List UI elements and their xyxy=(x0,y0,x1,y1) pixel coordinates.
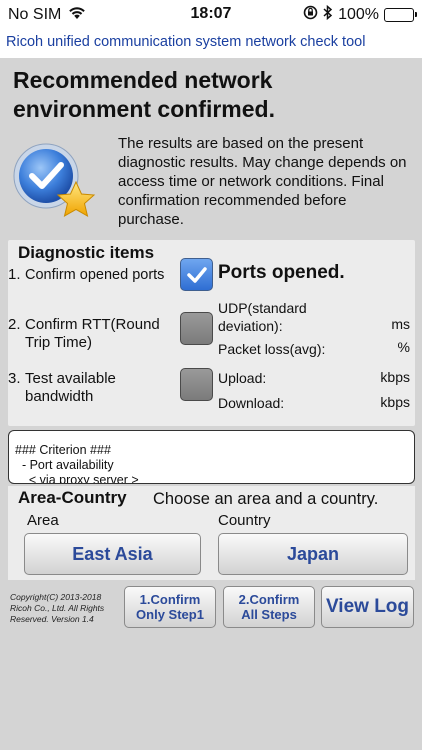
app-title: Ricoh unified communication system netwo… xyxy=(6,34,366,50)
status-bar: No SIM 18:07 100% xyxy=(0,0,422,30)
packet-loss-label: Packet loss(avg): xyxy=(218,341,326,357)
diagnostic-item-ports: 1. Confirm opened ports xyxy=(8,266,178,286)
area-country-title: Area-Country xyxy=(18,488,127,507)
copyright-text: Copyright(C) 2013-2018 Ricoh Co., Ltd. A… xyxy=(10,592,105,624)
diagnostic-panel: Diagnostic items 1. Confirm opened ports… xyxy=(8,240,415,426)
upload-label: Upload: xyxy=(218,370,267,386)
item-label: Confirm RTT(Round Trip Time) xyxy=(25,316,160,351)
confirm-all-label: 2.Confirm All Steps xyxy=(238,592,300,622)
view-log-button[interactable]: View Log xyxy=(321,586,414,628)
app-bar: Ricoh unified communication system netwo… xyxy=(0,30,422,58)
item-number: 3. xyxy=(8,370,21,387)
item-number: 1. xyxy=(8,266,21,283)
area-label: Area xyxy=(27,512,59,529)
area-country-hint: Choose an area and a country. xyxy=(153,490,379,508)
diagnostic-title: Diagnostic items xyxy=(18,243,155,262)
ports-result: Ports opened. xyxy=(218,262,345,283)
bandwidth-checkbox[interactable] xyxy=(180,368,213,401)
checkmark-medal-icon xyxy=(10,142,100,224)
item-label: Confirm opened ports xyxy=(25,267,165,283)
confirm-all-button[interactable]: 2.Confirm All Steps xyxy=(223,586,315,628)
result-description: The results are based on the present dia… xyxy=(118,135,407,228)
item-number: 2. xyxy=(8,316,21,333)
download-label: Download: xyxy=(218,395,285,411)
diagnostic-item-rtt: 2. Confirm RTT(Round Trip Time) xyxy=(8,316,178,356)
item-label: Test available bandwidth xyxy=(25,370,116,405)
confirm-step1-button[interactable]: 1.Confirm Only Step1 xyxy=(124,586,216,628)
upload-unit: kbps xyxy=(380,369,410,385)
status-right: 100% xyxy=(303,4,417,25)
download-unit: kbps xyxy=(380,394,410,410)
criterion-textbox[interactable]: ### Criterion ### - Port availability < … xyxy=(8,430,415,484)
result-headline: Recommended network environment confirme… xyxy=(13,67,275,122)
battery-icon xyxy=(384,8,417,22)
orientation-lock-icon xyxy=(303,5,318,25)
rtt-checkbox[interactable] xyxy=(180,312,213,345)
area-country-panel: Area-Country Choose an area and a countr… xyxy=(8,486,415,580)
area-select-button[interactable]: East Asia xyxy=(24,533,201,575)
udp-unit: ms xyxy=(391,316,410,332)
battery-percent: 100% xyxy=(338,6,379,23)
checkmark-icon xyxy=(187,267,207,283)
bluetooth-icon xyxy=(323,4,333,25)
country-label: Country xyxy=(218,512,271,529)
country-select-button[interactable]: Japan xyxy=(218,533,408,575)
ports-checkbox[interactable] xyxy=(180,258,213,291)
packet-loss-unit: % xyxy=(397,339,410,355)
confirm-step1-label: 1.Confirm Only Step1 xyxy=(136,592,204,622)
udp-label: UDP(standard deviation): xyxy=(218,300,307,334)
diagnostic-item-bandwidth: 3. Test available bandwidth xyxy=(8,370,178,410)
